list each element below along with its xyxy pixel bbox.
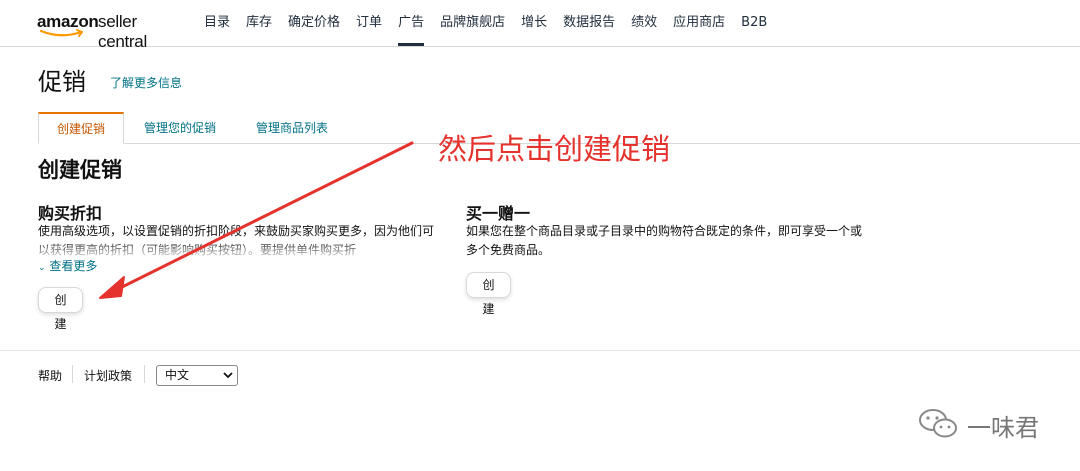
watermark-text: 一味君	[967, 414, 1039, 442]
watermark: 一味君	[917, 405, 1057, 445]
annotation-arrow-icon	[99, 141, 414, 299]
wechat-icon	[919, 409, 957, 438]
